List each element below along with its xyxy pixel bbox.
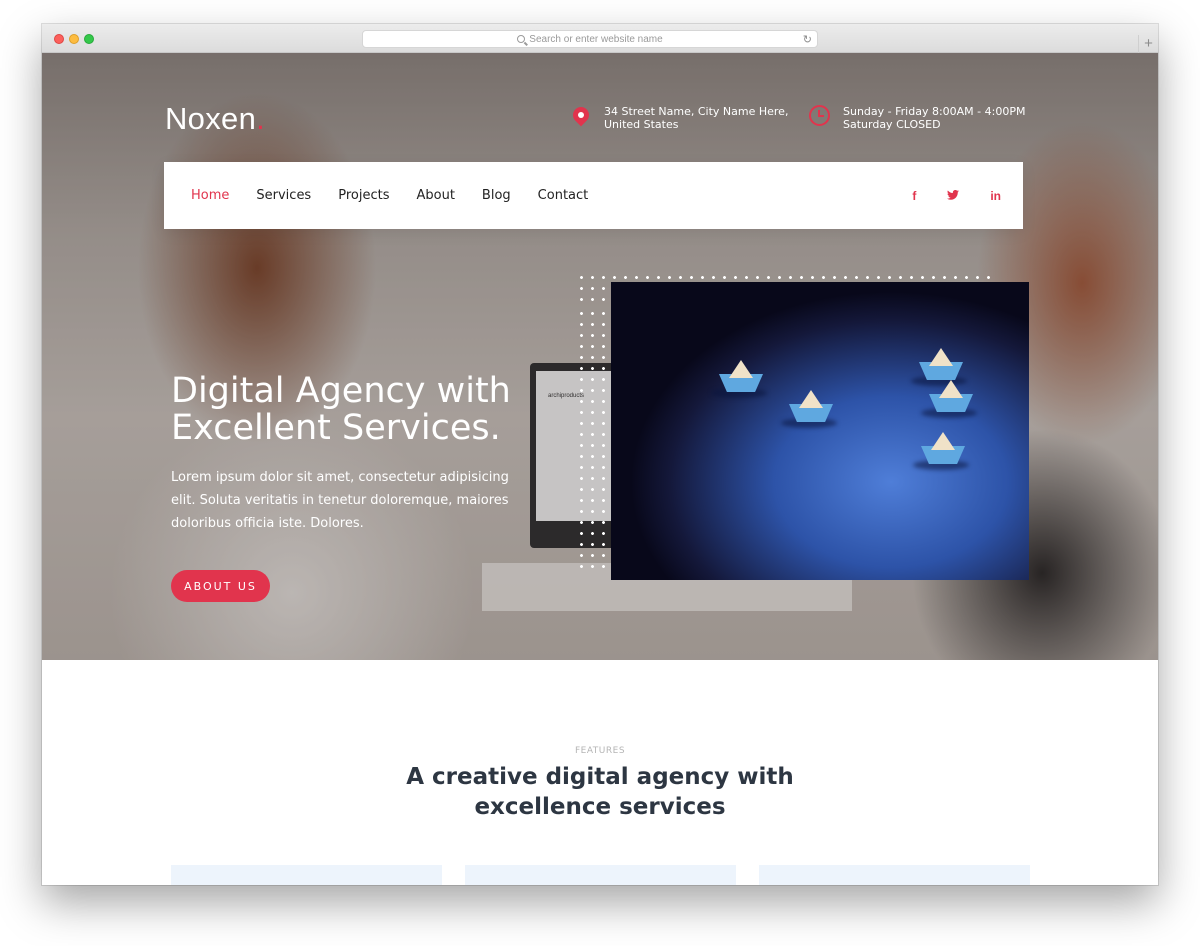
hero-description: Lorem ipsum dolor sit amet, consectetur … (171, 470, 509, 531)
feature-card-2[interactable] (465, 865, 736, 885)
browser-window: Search or enter website name ↻ + archipr… (42, 24, 1158, 885)
hours-line-1: Sunday - Friday 8:00AM - 4:00PM (843, 105, 1026, 118)
search-icon (517, 35, 526, 43)
address-bar-placeholder: Search or enter website name (529, 33, 663, 45)
social-links: f in (881, 162, 1001, 229)
nav-item-home[interactable]: Home (191, 188, 229, 203)
hero-headline: Digital Agency with Excellent Services. (171, 373, 511, 447)
linkedin-icon[interactable]: in (990, 189, 1001, 203)
address-info: 34 Street Name, City Name Here, United S… (569, 103, 789, 131)
clock-icon (809, 105, 831, 127)
nav-item-blog[interactable]: Blog (482, 188, 511, 203)
facebook-icon[interactable]: f (912, 189, 916, 203)
browser-toolbar: Search or enter website name ↻ + (42, 24, 1158, 53)
new-tab-button[interactable]: + (1138, 35, 1158, 53)
decorative-dot-column (576, 308, 612, 568)
address-line-1: 34 Street Name, City Name Here, (604, 105, 789, 118)
nav-item-about[interactable]: About (416, 188, 454, 203)
location-pin-icon (569, 103, 593, 127)
features-title: A creative digital agency with excellenc… (406, 764, 794, 820)
hero-section: archiproducts Noxen. 34 Street Name, Cit… (42, 53, 1158, 660)
reload-icon[interactable]: ↻ (803, 33, 812, 46)
minimize-window-button[interactable] (69, 34, 79, 44)
address-line-2: United States (604, 118, 679, 131)
logo-dot: . (256, 101, 266, 136)
main-navigation: Home Services Projects About Blog Contac… (164, 162, 1023, 229)
nav-item-contact[interactable]: Contact (538, 188, 589, 203)
twitter-icon[interactable] (947, 189, 960, 203)
feature-card-3[interactable] (759, 865, 1030, 885)
nav-item-projects[interactable]: Projects (338, 188, 389, 203)
hours-info: Sunday - Friday 8:00AM - 4:00PM Saturday… (809, 105, 1025, 131)
paper-boats-image (611, 282, 1029, 580)
address-bar[interactable]: Search or enter website name ↻ (362, 30, 818, 48)
zoom-window-button[interactable] (84, 34, 94, 44)
site-logo[interactable]: Noxen. (165, 101, 265, 137)
hero-headline-line-1: Digital Agency with (171, 371, 511, 411)
close-window-button[interactable] (54, 34, 64, 44)
about-us-button[interactable]: ABOUT US (171, 570, 270, 602)
hours-line-2: Saturday CLOSED (843, 118, 941, 131)
nav-item-services[interactable]: Services (256, 188, 311, 203)
feature-card-1[interactable] (171, 865, 442, 885)
logo-text: Noxen (165, 101, 257, 136)
hero-headline-line-2: Excellent Services. (171, 408, 501, 448)
features-label: FEATURES (574, 746, 626, 756)
